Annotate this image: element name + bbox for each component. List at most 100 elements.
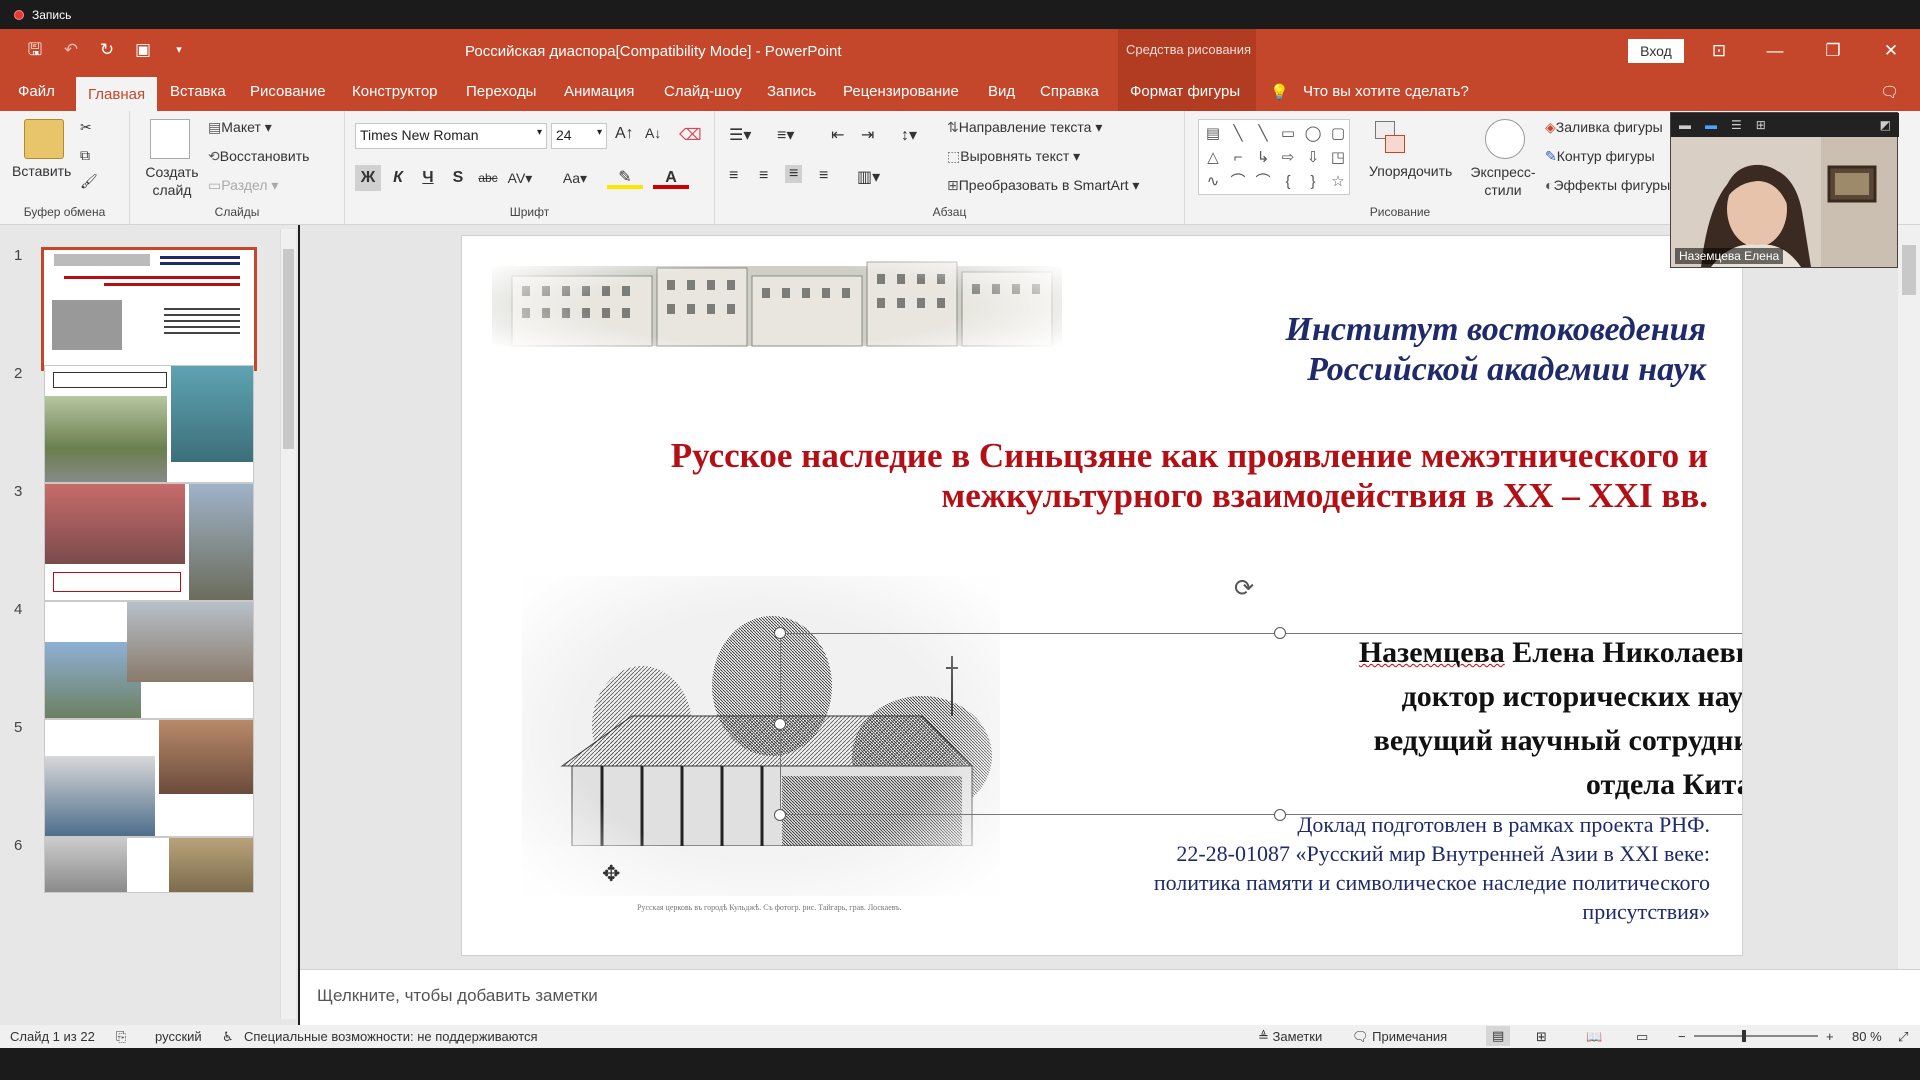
cut-icon[interactable]: ✂ bbox=[80, 119, 92, 136]
comments-toggle[interactable]: 🗨 Примечания bbox=[1352, 1029, 1447, 1045]
resize-handle[interactable] bbox=[774, 809, 786, 821]
signin-button[interactable]: Вход bbox=[1628, 39, 1684, 63]
new-slide-button[interactable]: Создать слайд bbox=[144, 163, 200, 199]
shapes-gallery[interactable]: ▤ ╲ ╲ ▭ ◯ ▢ △ ⌐ ↳ ⇨ ⇩ ◳ ∿ ⌒ ⌒{} ☆ bbox=[1198, 119, 1350, 195]
quick-styles-icon[interactable] bbox=[1485, 119, 1525, 159]
arc-shape-icon[interactable]: ⌒ bbox=[1226, 170, 1250, 194]
brace-shape-icon[interactable]: } bbox=[1301, 170, 1325, 194]
format-painter-icon[interactable]: 🖌 bbox=[80, 173, 98, 190]
freeform-shape-icon[interactable]: ∿ bbox=[1201, 170, 1225, 194]
underline-button[interactable]: Ч bbox=[415, 165, 441, 191]
tab-insert[interactable]: Вставка bbox=[170, 83, 226, 100]
bold-button[interactable]: Ж bbox=[355, 165, 381, 191]
language-indicator[interactable]: русский bbox=[155, 1029, 202, 1044]
rotate-handle-icon[interactable]: ⟳ bbox=[1234, 574, 1254, 603]
thumbnails-scrollbar[interactable] bbox=[280, 229, 296, 1019]
tab-home[interactable]: Главная bbox=[76, 77, 158, 111]
font-size-select[interactable]: 24 ▾ bbox=[551, 123, 607, 149]
slide-canvas[interactable]: Институт востоковедения Российской акаде… bbox=[461, 235, 1743, 956]
video-call-tile[interactable]: ▬ ▬ ☰ ⊞ ◩ Наземцева Елена bbox=[1670, 112, 1899, 268]
bullets-icon[interactable]: ☰▾ bbox=[729, 125, 751, 145]
columns-icon[interactable]: ▥▾ bbox=[857, 167, 880, 187]
italic-button[interactable]: К bbox=[385, 165, 411, 191]
thumbnail-slide-3[interactable] bbox=[44, 483, 254, 601]
arrow-down-shape-icon[interactable]: ⇩ bbox=[1301, 146, 1325, 170]
arrow-right-shape-icon[interactable]: ⇨ bbox=[1276, 146, 1300, 170]
thumbnail-slide-1[interactable] bbox=[41, 247, 257, 371]
line-shape-icon[interactable]: ╲ bbox=[1226, 122, 1250, 146]
zoom-out-icon[interactable]: − bbox=[1678, 1029, 1686, 1044]
tab-shape-format[interactable]: Формат фигуры bbox=[1118, 73, 1256, 111]
tab-review[interactable]: Рецензирование bbox=[843, 83, 959, 100]
font-color-icon[interactable]: A bbox=[653, 165, 689, 191]
save-icon[interactable]: 🖫 bbox=[24, 39, 46, 61]
clear-format-icon[interactable]: ⌫ bbox=[679, 125, 702, 145]
text-direction-button[interactable]: ⇅ Направление текста ▾ bbox=[947, 119, 1102, 136]
tab-record[interactable]: Запись bbox=[767, 83, 816, 100]
customize-qat-icon[interactable]: ▾ bbox=[168, 39, 190, 61]
accessibility-status[interactable]: Специальные возможности: не поддерживают… bbox=[244, 1029, 538, 1044]
undo-icon[interactable]: ↶ bbox=[60, 39, 82, 61]
present-icon[interactable]: ▣ bbox=[132, 39, 154, 61]
editor-scrollbar[interactable] bbox=[1898, 225, 1920, 969]
zoom-slider[interactable] bbox=[1694, 1035, 1818, 1037]
zoom-slider-thumb[interactable] bbox=[1742, 1030, 1746, 1042]
shape-fill-button[interactable]: ◈ Заливка фигуры bbox=[1545, 119, 1663, 136]
connector-shape-icon[interactable]: ⌐ bbox=[1226, 146, 1250, 170]
shape-effects-button[interactable]: ◐ Эффекты фигуры bbox=[1545, 177, 1670, 193]
increase-indent-icon[interactable]: ⇥ bbox=[861, 125, 874, 145]
align-text-button[interactable]: ⬚ Выровнять текст ▾ bbox=[947, 148, 1080, 165]
thumbnail-slide-4[interactable] bbox=[44, 601, 254, 719]
grow-font-icon[interactable]: A↑ bbox=[615, 125, 634, 143]
tab-file[interactable]: Файл bbox=[18, 83, 55, 100]
tab-help[interactable]: Справка bbox=[1040, 83, 1099, 100]
textbox-shape-icon[interactable]: ▤ bbox=[1201, 122, 1225, 146]
align-right-icon[interactable]: ≡ bbox=[785, 165, 803, 183]
new-slide-icon[interactable] bbox=[150, 119, 190, 159]
numbering-icon[interactable]: ≡▾ bbox=[777, 125, 794, 145]
close-button[interactable]: ✕ bbox=[1868, 35, 1914, 67]
zoom-level[interactable]: 80 % bbox=[1852, 1029, 1882, 1044]
quick-styles-button[interactable]: Экспресс-стили bbox=[1463, 163, 1543, 199]
thumbnail-slide-5[interactable] bbox=[44, 719, 254, 837]
arrange-button[interactable]: Упорядочить bbox=[1369, 163, 1452, 179]
minimize-button[interactable]: — bbox=[1752, 35, 1798, 67]
rectangle-shape-icon[interactable]: ▭ bbox=[1276, 122, 1300, 146]
oval-shape-icon[interactable]: ◯ bbox=[1301, 122, 1325, 146]
ribbon-display-icon[interactable]: ⊡ bbox=[1696, 35, 1742, 67]
report-note[interactable]: Доклад подготовлен в рамках проекта РНФ.… bbox=[1010, 810, 1710, 926]
shrink-font-icon[interactable]: A↓ bbox=[645, 125, 661, 141]
change-case-button[interactable]: Aa▾ bbox=[555, 165, 595, 191]
shape-icon[interactable]: ◳ bbox=[1326, 146, 1350, 170]
char-spacing-icon[interactable]: AV▾ bbox=[507, 165, 533, 191]
resize-handle[interactable] bbox=[774, 627, 786, 639]
brace-shape-icon[interactable]: { bbox=[1276, 170, 1300, 194]
curve-shape-icon[interactable]: ⌒ bbox=[1251, 170, 1275, 194]
notes-pane[interactable]: Щелкните, чтобы добавить заметки bbox=[300, 969, 1920, 1025]
tell-me-input[interactable]: Что вы хотите сделать? bbox=[1303, 83, 1469, 100]
thumbnail-slide-6[interactable] bbox=[44, 837, 254, 893]
slide-title[interactable]: Русское наследие в Синьцзяне как проявле… bbox=[558, 436, 1708, 516]
tab-animations[interactable]: Анимация bbox=[564, 83, 634, 100]
font-name-select[interactable]: Times New Roman ▾ bbox=[355, 123, 547, 149]
slide-sorter-icon[interactable]: ⊞ bbox=[1536, 1029, 1547, 1045]
speaker-view-icon[interactable]: ▬ bbox=[1705, 118, 1717, 132]
paste-button[interactable]: Вставить bbox=[12, 163, 71, 179]
paste-icon[interactable] bbox=[24, 119, 64, 159]
decrease-indent-icon[interactable]: ⇤ bbox=[831, 125, 844, 145]
thumbnail-slide-2[interactable] bbox=[44, 365, 254, 483]
strikethrough-button[interactable]: abc bbox=[475, 165, 501, 191]
normal-view-icon[interactable]: ▤ bbox=[1486, 1026, 1511, 1046]
redo-icon[interactable]: ↻ bbox=[96, 39, 118, 61]
zoom-in-icon[interactable]: + bbox=[1826, 1029, 1834, 1044]
line-spacing-icon[interactable]: ↕▾ bbox=[901, 125, 917, 145]
slideshow-icon[interactable]: ▭ bbox=[1636, 1029, 1648, 1045]
copy-icon[interactable]: ⧉ bbox=[80, 147, 90, 164]
gallery-view-icon[interactable]: ⊞ bbox=[1756, 118, 1766, 132]
star-shape-icon[interactable]: ☆ bbox=[1326, 170, 1350, 194]
align-left-icon[interactable]: ≡ bbox=[729, 167, 738, 185]
justify-icon[interactable]: ≡ bbox=[819, 167, 828, 185]
reset-button[interactable]: ⟲ Восстановить bbox=[208, 148, 309, 165]
reading-view-icon[interactable]: 📖 bbox=[1586, 1029, 1602, 1045]
shape-outline-button[interactable]: ✎ Контур фигуры bbox=[1545, 148, 1655, 165]
